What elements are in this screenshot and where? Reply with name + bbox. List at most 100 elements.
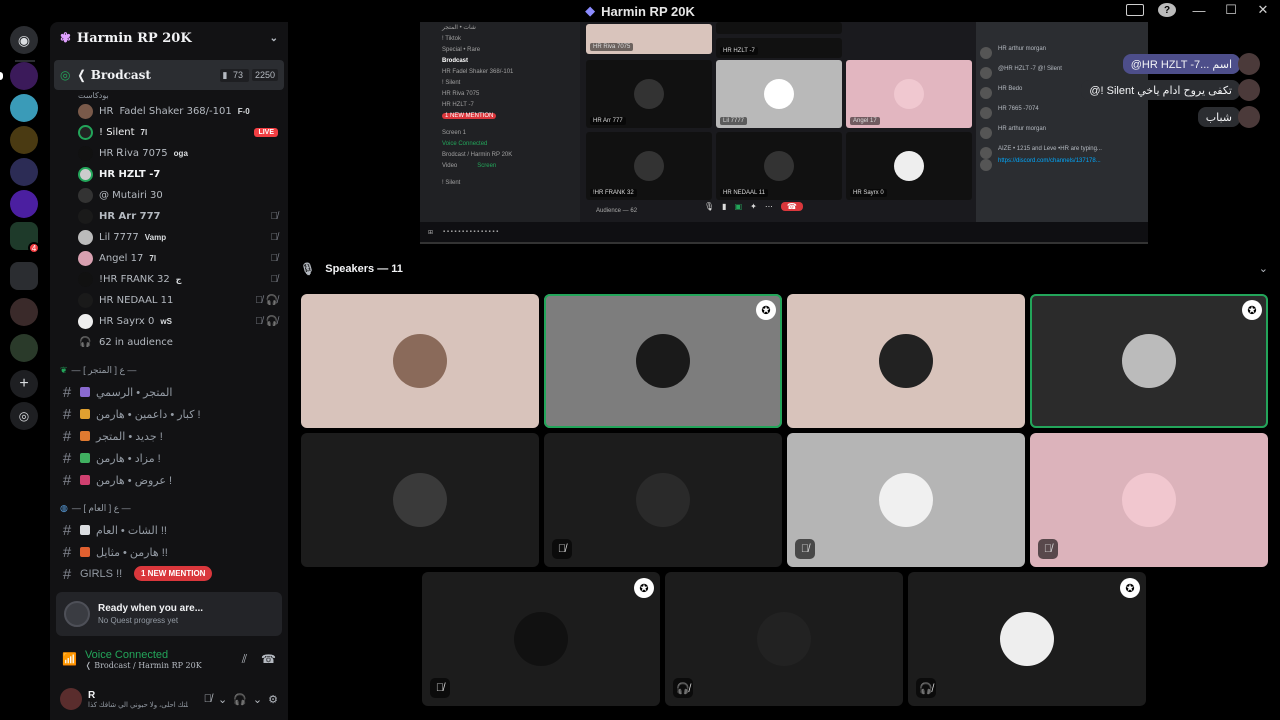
speaker-tile[interactable]: 🎙̸ — [787, 433, 1025, 567]
avatar — [78, 125, 93, 140]
server-icon[interactable] — [10, 62, 38, 90]
category-store[interactable]: ❦ — ع [ المتجر ] — — [50, 359, 288, 381]
category-general[interactable]: ◍ — ع [ العام ] — — [50, 497, 288, 519]
avatar — [1122, 334, 1176, 388]
mic-muted-icon: 🎙̸ — [270, 211, 279, 222]
avatar — [78, 209, 93, 224]
speaker-tile[interactable]: ✪ 🎧̸ — [908, 572, 1146, 706]
chevron-down-icon[interactable]: ⌄ — [1259, 262, 1268, 275]
speaker-tile[interactable]: ✪ 🎙̸ — [422, 572, 660, 706]
discord-home-icon[interactable]: ◉ — [10, 26, 38, 54]
voice-member[interactable]: HR Fadel Shaker 368/-101 F-0 — [50, 101, 288, 122]
add-server-icon[interactable]: + — [10, 370, 38, 398]
maximize-button[interactable]: ☐ — [1222, 2, 1240, 18]
avatar — [78, 230, 93, 245]
mic-deafened-icon: 🎧̸ — [673, 678, 693, 698]
text-channel[interactable]: # عروض • هارمن ! — [50, 469, 288, 491]
moderator-icon: ✪ — [1120, 578, 1140, 598]
more-icon: ⋯ — [764, 202, 773, 211]
screen-share-stream[interactable]: شات • المتجر ! Tiktok Special • Rare Bro… — [420, 22, 1148, 244]
server-emblem-icon: ✾ — [60, 30, 71, 46]
text-channel[interactable]: # المتجر • الرسمي — [50, 381, 288, 403]
server-icon[interactable] — [10, 298, 38, 326]
stream-tile: HR Arr 777 — [586, 60, 712, 128]
server-folder[interactable] — [10, 262, 38, 290]
server-header[interactable]: ✾ Harmin RP 20K ⌄ — [50, 22, 288, 54]
voice-status-subtitle[interactable]: ❬ Brodcast / Harmin RP 20K — [85, 661, 202, 670]
hash-icon: # — [62, 383, 72, 401]
discover-icon[interactable]: ◎ — [10, 402, 38, 430]
quest-panel[interactable]: Ready when you are... No Quest progress … — [56, 592, 282, 636]
minimize-button[interactable]: — — [1190, 3, 1208, 18]
mic-muted-icon: 🎙̸ — [795, 539, 815, 559]
channel-emoji-icon — [80, 387, 90, 397]
text-channel[interactable]: # هارمن • مثايل !! — [50, 541, 288, 563]
avatar — [78, 188, 93, 203]
avatar — [634, 151, 664, 181]
speaker-tile[interactable] — [301, 294, 539, 428]
moderator-icon: ✪ — [756, 300, 776, 320]
avatar — [894, 79, 924, 109]
avatar — [879, 473, 933, 527]
channel-emoji-icon — [80, 475, 90, 485]
speaker-tile[interactable] — [787, 294, 1025, 428]
mic-muted-icon: 🎙̸ — [270, 232, 279, 243]
speakers-header[interactable]: 🎙 Speakers — 11 — [300, 262, 403, 276]
inbox-icon[interactable] — [1126, 4, 1144, 16]
mic-deafened-icon: 🎧̸ — [916, 678, 936, 698]
avatar[interactable] — [60, 688, 82, 710]
voice-member[interactable]: Angel 17 7l 🎙̸ — [50, 248, 288, 269]
stream-tile: Angel 17 — [846, 60, 972, 128]
voice-member[interactable]: @ Mutairi 30 — [50, 185, 288, 206]
speaker-tile[interactable]: 🎙̸ — [1030, 433, 1268, 567]
headphones-icon[interactable]: 🎧 — [233, 693, 247, 706]
server-icon[interactable] — [10, 158, 38, 186]
chevron-down-icon[interactable]: ⌄ — [270, 33, 278, 44]
disconnect-icon[interactable]: ☎ — [261, 652, 276, 667]
voice-member[interactable]: HR Ꭱiva 7075 oga — [50, 143, 288, 164]
signal-icon[interactable]: 📶 — [62, 652, 77, 666]
new-mention-pill[interactable]: 1 NEW MENTION — [134, 566, 213, 581]
gear-icon[interactable]: ⚙ — [268, 693, 278, 706]
leaf-icon: ❦ — [60, 364, 68, 375]
speaker-tile[interactable]: 🎙̸ — [544, 433, 782, 567]
taskbar-apps: ▪ ▪ ▪ ▪ ▪ ▪ ▪ ▪ ▪ ▪ ▪ ▪ ▪ ▪ ▪ — [443, 229, 499, 235]
server-icon[interactable] — [10, 126, 38, 154]
speaker-tile[interactable]: 🎧̸ — [665, 572, 903, 706]
text-channel[interactable]: # كبار • داعمين • هارمن ! — [50, 403, 288, 425]
voice-channel-brodcast[interactable]: ◎ ❬ Brodcast ▮ 73 2250 — [54, 60, 284, 90]
voice-member[interactable]: !HR FRANK 32 ج 🎙̸ — [50, 269, 288, 290]
server-icon[interactable] — [10, 94, 38, 122]
audience-row[interactable]: 🎧 62 in audience — [50, 332, 288, 353]
avatar — [894, 151, 924, 181]
voice-member[interactable]: HR NEDAAL 11 🎙̸ 🎧̸ — [50, 290, 288, 311]
close-button[interactable]: ✕ — [1254, 2, 1272, 18]
activity-icon: ✦ — [750, 202, 757, 211]
voice-member[interactable]: Lil 7777 Vamp 🎙̸ — [50, 227, 288, 248]
voice-member[interactable]: HR Sayrx 0 wS 🎙̸ 🎧̸ — [50, 311, 288, 332]
speaker-tile[interactable]: ✪ — [1030, 294, 1268, 428]
avatar — [393, 334, 447, 388]
noise-suppression-icon[interactable]: ⫽ — [242, 652, 247, 667]
speaker-tile[interactable]: ✪ — [544, 294, 782, 428]
server-icon[interactable] — [10, 190, 38, 218]
stream-grid: HR Riva 7075 HR Arr 777 HR HZLT -7 Lil 7… — [584, 22, 976, 222]
mic-muted-icon[interactable]: 🎙̸ — [204, 693, 212, 705]
avatar — [78, 104, 93, 119]
text-channel[interactable]: # الشات • العام !! — [50, 519, 288, 541]
speaker-tile[interactable] — [301, 433, 539, 567]
voice-member[interactable]: HR HZLT -7 — [50, 164, 288, 185]
channel-sidebar: ✾ Harmin RP 20K ⌄ ◎ ❬ Brodcast ▮ 73 2250… — [50, 22, 288, 720]
chat-bubble: شباب — [1197, 107, 1240, 127]
voice-member[interactable]: HR Arr 777 🎙̸ — [50, 206, 288, 227]
help-icon[interactable]: ? — [1158, 3, 1176, 17]
mic-muted-icon: 🎙̸ — [270, 253, 279, 264]
avatar — [393, 473, 447, 527]
text-channel[interactable]: # مزاد • هارمن ! — [50, 447, 288, 469]
stream-controls: 🎙 ▮ ▣ ✦ ⋯ ☎ — [704, 202, 803, 211]
voice-member[interactable]: ! Silent 7l LIVE — [50, 122, 288, 143]
text-channel[interactable]: # جديد • المتجر ! — [50, 425, 288, 447]
server-icon[interactable] — [10, 334, 38, 362]
chevron-down-icon[interactable]: ⌄ — [253, 693, 262, 706]
chevron-down-icon[interactable]: ⌄ — [218, 693, 227, 706]
